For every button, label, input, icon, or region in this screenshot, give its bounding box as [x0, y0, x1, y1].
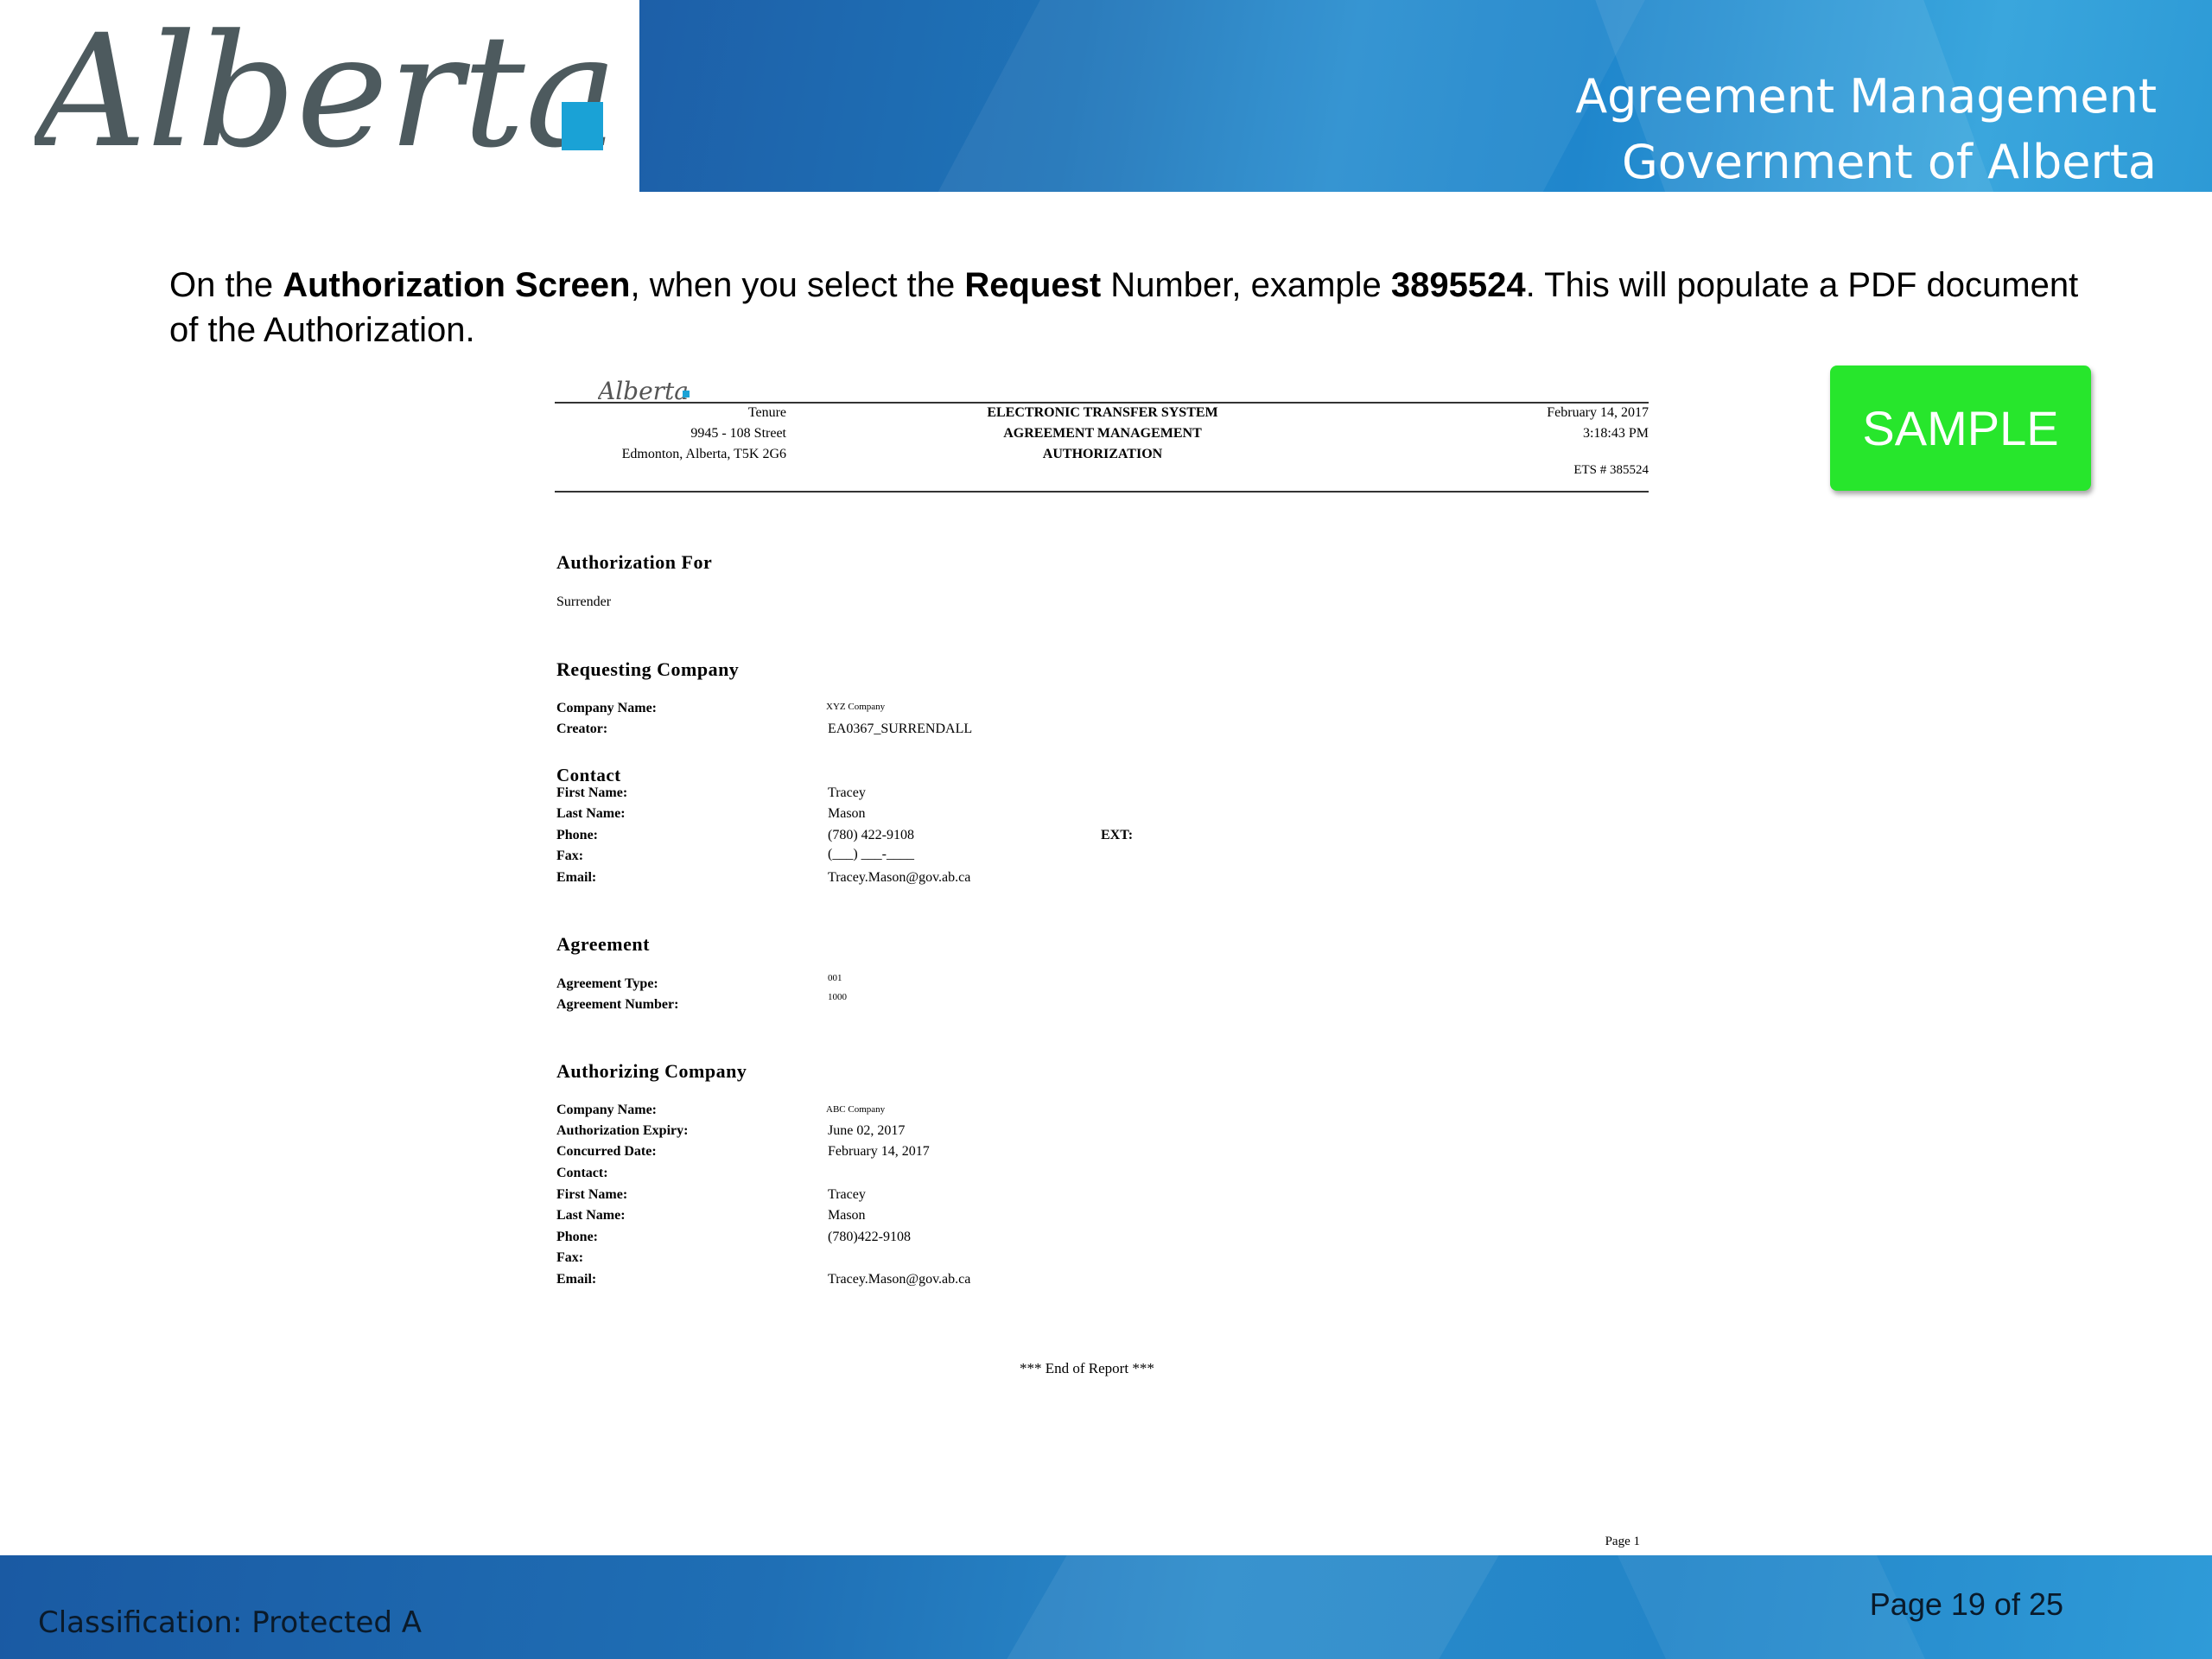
alberta-logo: Alberta	[0, 0, 639, 192]
report-date: February 14, 2017	[1547, 405, 1649, 420]
pdf-report-datetime: February 14, 2017 3:18:43 PM	[1547, 403, 1649, 444]
label: Company Name:	[556, 701, 657, 715]
label: Agreement Number:	[556, 997, 679, 1012]
pdf-report-title: ELECTRONIC TRANSFER SYSTEM AGREEMENT MAN…	[864, 403, 1341, 465]
intro-text: , when you select the	[630, 266, 965, 304]
banner-line-2: Government of Alberta	[1621, 135, 2157, 189]
intro-paragraph: On the Authorization Screen, when you se…	[169, 263, 2105, 353]
label: Last Name:	[556, 806, 626, 821]
footer: Classification: Protected A Page 19 of 2…	[0, 1555, 2212, 1659]
pdf-alberta-logo: Alberta	[598, 377, 690, 404]
value: (780)422-9108	[828, 1230, 911, 1244]
report-title-line: AUTHORIZATION	[1042, 447, 1163, 461]
address-line: Edmonton, Alberta, T5K 2G6	[621, 447, 786, 461]
sample-badge: SAMPLE	[1830, 365, 2091, 491]
report-time: 3:18:43 PM	[1582, 426, 1649, 441]
value: 001	[828, 973, 842, 983]
label: Last Name:	[556, 1208, 626, 1223]
label: Contact:	[556, 1166, 608, 1180]
label: Creator:	[556, 721, 608, 736]
value: Mason	[828, 806, 866, 821]
header: Alberta Agreement Management Government …	[0, 0, 2212, 192]
value: (___) ___-____	[828, 847, 914, 861]
pdf-page-number: Page 1	[1605, 1535, 1640, 1548]
section-agreement: Agreement	[556, 933, 650, 955]
label: Company Name:	[556, 1103, 657, 1117]
label: Phone:	[556, 828, 598, 842]
intro-bold-authorization-screen: Authorization Screen	[283, 266, 631, 304]
label: Email:	[556, 870, 597, 885]
intro-text: On the	[169, 266, 283, 304]
label: Phone:	[556, 1230, 598, 1244]
svg-text:Alberta: Alberta	[35, 16, 618, 180]
intro-bold-example-number: 3895524	[1390, 266, 1526, 304]
label: Authorization Expiry:	[556, 1123, 689, 1138]
slide-page-number: Page 19 of 25	[1869, 1586, 2063, 1622]
classification-label: Classification: Protected A	[38, 1605, 423, 1640]
section-authorizing-company: Authorizing Company	[556, 1060, 747, 1082]
value: Tracey.Mason@gov.ab.ca	[828, 870, 971, 885]
value: (780) 422-9108	[828, 828, 914, 842]
label: Email:	[556, 1272, 597, 1287]
value: Tracey	[828, 785, 866, 800]
label: First Name:	[556, 1187, 628, 1202]
authorization-pdf: Alberta Tenure 9945 - 108 Street Edmonto…	[553, 372, 1650, 1555]
value: June 02, 2017	[828, 1123, 906, 1138]
label: EXT:	[1101, 828, 1134, 842]
pdf-ets-number: ETS # 385524	[1573, 463, 1649, 477]
value: 1000	[828, 992, 847, 1002]
pdf-header-rule-bottom	[555, 491, 1649, 493]
banner-line-1: Agreement Management	[1575, 69, 2157, 124]
intro-text: Number, example	[1101, 266, 1391, 304]
end-of-report: *** End of Report ***	[1020, 1360, 1154, 1376]
value: EA0367_SURRENDALL	[828, 721, 973, 736]
address-line: Tenure	[747, 405, 786, 420]
intro-bold-request: Request	[964, 266, 1102, 304]
value: Mason	[828, 1208, 866, 1223]
banner-title: Agreement Management Government of Alber…	[1575, 64, 2157, 192]
report-title-line: ELECTRONIC TRANSFER SYSTEM	[987, 405, 1218, 420]
value: Tracey	[828, 1187, 866, 1202]
label: Fax:	[556, 849, 584, 863]
address-line: 9945 - 108 Street	[690, 426, 786, 441]
label: First Name:	[556, 785, 628, 800]
value: ABC Company	[826, 1104, 886, 1115]
report-title-line: AGREEMENT MANAGEMENT	[1003, 426, 1202, 441]
label: Concurred Date:	[556, 1144, 657, 1159]
section-authorization-for: Authorization For	[556, 551, 713, 573]
label: Agreement Type:	[556, 976, 658, 991]
section-requesting-company: Requesting Company	[556, 658, 740, 680]
authorization-for-value: Surrender	[556, 594, 612, 609]
header-banner: Agreement Management Government of Alber…	[639, 0, 2212, 192]
pdf-address: Tenure 9945 - 108 Street Edmonton, Alber…	[622, 403, 786, 465]
label: Fax:	[556, 1250, 584, 1265]
value: Tracey.Mason@gov.ab.ca	[828, 1272, 971, 1287]
value: XYZ Company	[826, 702, 886, 712]
value: February 14, 2017	[828, 1144, 930, 1159]
svg-text:Alberta: Alberta	[598, 377, 689, 404]
section-contact: Contact	[556, 765, 621, 785]
